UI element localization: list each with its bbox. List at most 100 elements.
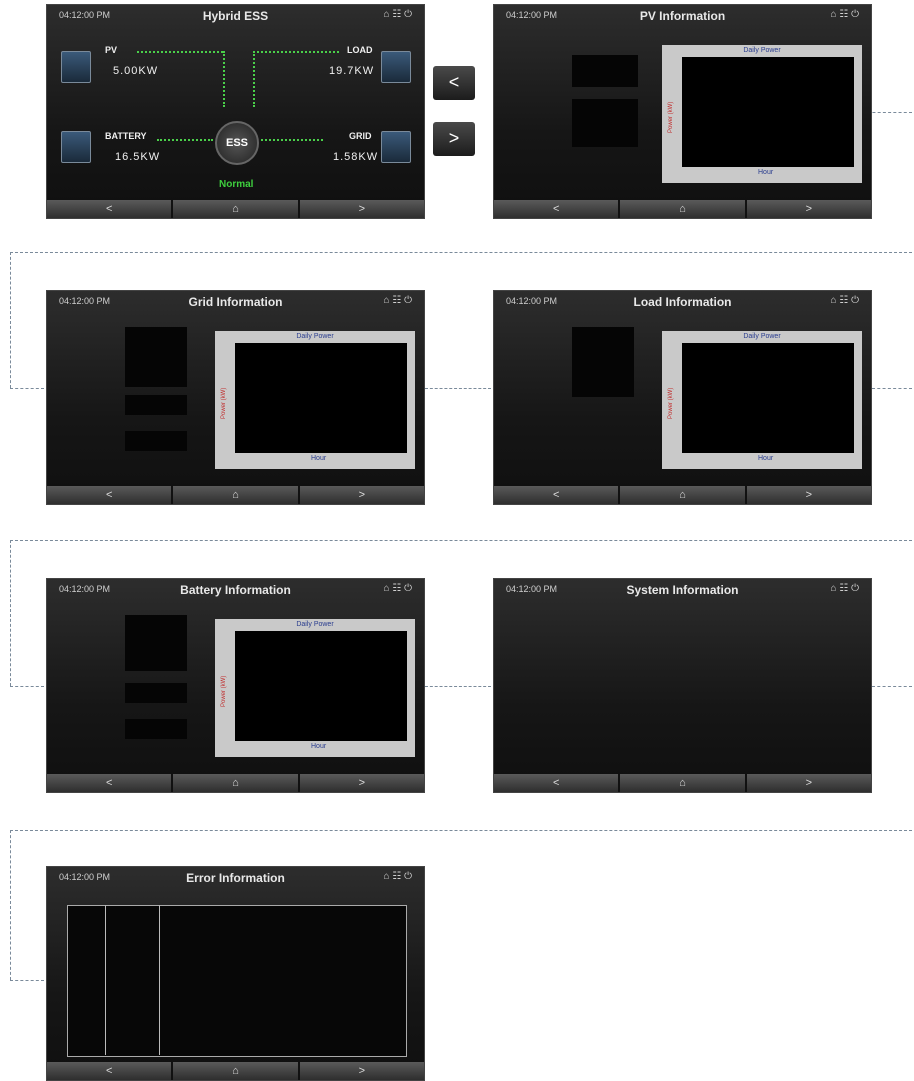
x-axis-label: Hour — [758, 455, 774, 462]
solar-panel-icon — [61, 51, 91, 83]
bottom-nav: < ⌂ > — [47, 200, 424, 218]
battery-icon — [61, 131, 91, 163]
status-bar: 04:12:00 PM Grid Information ⌂ ☷ ⏻ — [47, 291, 424, 313]
value-box — [125, 431, 187, 451]
load-value: 19.7KW — [329, 65, 375, 77]
pv-flow-line — [223, 51, 225, 107]
pv-flow-line — [137, 51, 223, 53]
home-screen: 04:12:00 PM Hybrid ESS ⌂ ☷ ⏻ PV 5.00KW L… — [46, 4, 425, 219]
load-label: LOAD — [347, 45, 373, 55]
daily-power-chart: Daily Power Power (kW) Hour — [215, 619, 415, 757]
battery-value: 16.5KW — [115, 151, 161, 163]
chart-title: Daily Power — [296, 333, 334, 340]
y-axis-label: Power (kW) — [221, 675, 227, 707]
bottom-nav: < ⌂ > — [494, 774, 871, 792]
value-box — [572, 99, 638, 147]
connector-line — [425, 388, 491, 389]
connector-line — [10, 540, 11, 686]
connector-line — [425, 686, 491, 687]
x-axis-label: Hour — [311, 743, 327, 750]
pv-label: PV — [105, 45, 118, 55]
grid-value: 1.58KW — [333, 151, 379, 163]
plot-area — [235, 343, 407, 453]
status-bar: 04:12:00 PM Load Information ⌂ ☷ ⏻ — [494, 291, 871, 313]
bottom-nav: < ⌂ > — [47, 774, 424, 792]
nav-home-button[interactable]: ⌂ — [173, 774, 298, 792]
load-screen: 04:12:00 PM Load Information ⌂ ☷ ⏻ Daily… — [493, 290, 872, 505]
nav-next-button[interactable]: > — [746, 200, 871, 218]
nav-home-button[interactable]: ⌂ — [620, 774, 745, 792]
nav-next-button[interactable]: > — [746, 486, 871, 504]
system-screen: 04:12:00 PM System Information ⌂ ☷ ⏻ < ⌂… — [493, 578, 872, 793]
grid-label: GRID — [349, 131, 372, 141]
status-icons: ⌂ ☷ ⏻ — [383, 295, 412, 306]
bottom-nav: < ⌂ > — [494, 486, 871, 504]
nav-next-button[interactable]: > — [299, 200, 424, 218]
value-box — [125, 719, 187, 739]
nav-prev-button[interactable]: < — [47, 1062, 172, 1080]
nav-prev-button[interactable]: < — [47, 200, 172, 218]
connector-line — [10, 252, 912, 253]
status-bar: 04:12:00 PM Error Information ⌂ ☷ ⏻ — [47, 867, 424, 889]
daily-power-chart: Daily Power Power (kW) Hour — [662, 331, 862, 469]
status-bar: 04:12:00 PM Battery Information ⌂ ☷ ⏻ — [47, 579, 424, 601]
grid-tower-icon — [381, 131, 411, 163]
status-icons: ⌂ ☷ ⏻ — [383, 583, 412, 594]
value-box — [572, 327, 634, 397]
screen-title: Error Information — [186, 871, 285, 885]
value-box — [125, 327, 187, 387]
nav-prev-button[interactable]: < — [47, 486, 172, 504]
nav-home-button[interactable]: ⌂ — [620, 486, 745, 504]
nav-next-button[interactable]: > — [746, 774, 871, 792]
nav-prev-button[interactable]: < — [494, 486, 619, 504]
value-box — [572, 55, 638, 87]
value-box — [125, 683, 187, 703]
nav-home-button[interactable]: ⌂ — [173, 486, 298, 504]
nav-prev-button[interactable]: < — [47, 774, 172, 792]
screen-title: Hybrid ESS — [202, 9, 269, 23]
daily-power-chart: Daily Power Power (kW) Hour — [662, 45, 862, 183]
connector-line — [10, 830, 912, 831]
plot-area — [682, 343, 854, 453]
nav-next-button[interactable]: > — [299, 774, 424, 792]
pv-screen: 04:12:00 PM PV Information ⌂ ☷ ⏻ Daily P… — [493, 4, 872, 219]
side-next-button[interactable]: > — [433, 122, 475, 156]
connector-line — [10, 686, 44, 687]
nav-home-button[interactable]: ⌂ — [620, 200, 745, 218]
status-bar: 04:12:00 PM System Information ⌂ ☷ ⏻ — [494, 579, 871, 601]
connector-line — [10, 252, 11, 388]
connector-line — [10, 540, 912, 541]
error-table-frame — [67, 905, 407, 1057]
y-axis-label: Power (kW) — [668, 387, 674, 419]
chart-title: Daily Power — [743, 47, 781, 54]
nav-next-button[interactable]: > — [299, 1062, 424, 1080]
value-box — [125, 615, 187, 671]
screen-title: Battery Information — [180, 583, 291, 597]
battery-flow-line — [157, 139, 213, 141]
x-axis-label: Hour — [758, 169, 774, 176]
ess-hub: ESS — [215, 121, 259, 165]
nav-home-button[interactable]: ⌂ — [173, 1062, 298, 1080]
side-prev-button[interactable]: < — [433, 66, 475, 100]
system-status: Normal — [219, 179, 254, 190]
nav-prev-button[interactable]: < — [494, 200, 619, 218]
bottom-nav: < ⌂ > — [47, 1062, 424, 1080]
error-screen: 04:12:00 PM Error Information ⌂ ☷ ⏻ < ⌂ … — [46, 866, 425, 1081]
nav-next-button[interactable]: > — [299, 486, 424, 504]
screen-title: System Information — [626, 583, 739, 597]
status-icons: ⌂ ☷ ⏻ — [830, 583, 859, 594]
chart-title: Daily Power — [296, 621, 334, 628]
connector-line — [10, 830, 11, 980]
status-icons: ⌂ ☷ ⏻ — [830, 295, 859, 306]
grid-screen: 04:12:00 PM Grid Information ⌂ ☷ ⏻ Daily… — [46, 290, 425, 505]
connector-line — [872, 686, 912, 687]
x-axis-label: Hour — [311, 455, 327, 462]
nav-prev-button[interactable]: < — [494, 774, 619, 792]
nav-home-button[interactable]: ⌂ — [173, 200, 298, 218]
daily-power-chart: Daily Power Power (kW) Hour — [215, 331, 415, 469]
connector-line — [10, 388, 44, 389]
chart-title: Daily Power — [743, 333, 781, 340]
battery-label: BATTERY — [105, 131, 147, 141]
value-box — [125, 395, 187, 415]
plot-area — [682, 57, 854, 167]
